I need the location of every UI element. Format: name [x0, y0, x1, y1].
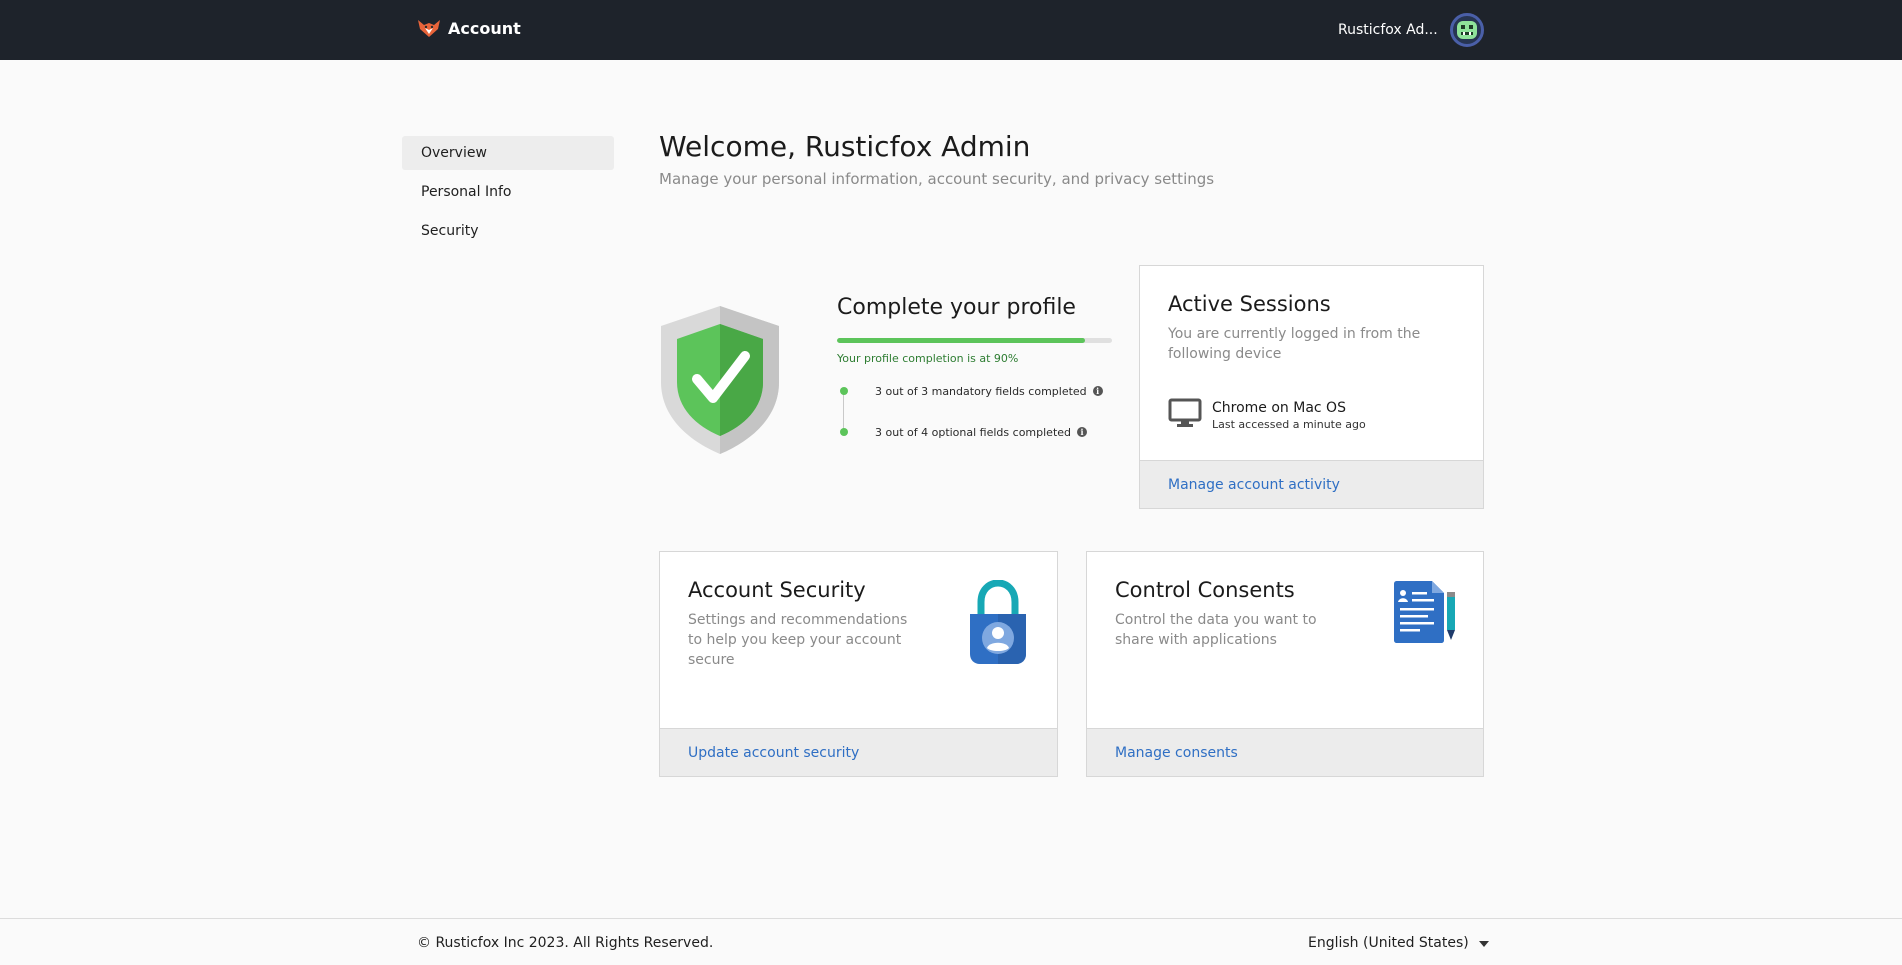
checklist-connector: [843, 389, 844, 431]
user-name: Rusticfox Ad...: [1338, 22, 1438, 38]
shield-check-icon: [657, 304, 783, 456]
manage-consents-link[interactable]: Manage consents: [1115, 745, 1238, 761]
page-footer: © Rusticfox Inc 2023. All Rights Reserve…: [0, 918, 1902, 965]
manage-account-activity-link[interactable]: Manage account activity: [1168, 477, 1340, 493]
checklist-item-label: 3 out of 3 mandatory fields completed: [875, 384, 1087, 398]
checklist-item-label: 3 out of 4 optional fields completed: [875, 425, 1072, 439]
lock-user-icon: [967, 579, 1029, 672]
control-consents-card: Control Consents Control the data you wa…: [1086, 551, 1484, 777]
profile-completion: Complete your profile Your profile compl…: [837, 295, 1112, 440]
sidebar-item-personal-info[interactable]: Personal Info: [402, 175, 614, 209]
consents-card-footer: Manage consents: [1087, 728, 1483, 776]
profile-progress-bar: [837, 338, 1112, 343]
active-sessions-card: Active Sessions You are currently logged…: [1139, 265, 1484, 509]
profile-checklist: 3 out of 3 mandatory fields completed i …: [837, 383, 1112, 440]
security-card-title: Account Security: [688, 578, 866, 602]
top-header: Account Rusticfox Ad...: [0, 0, 1902, 60]
checklist-dot: [840, 387, 848, 395]
consents-card-description: Control the data you want to share with …: [1115, 612, 1317, 648]
language-label: English (United States): [1308, 935, 1469, 951]
sessions-description: You are currently logged in from the fol…: [1168, 326, 1421, 362]
profile-title: Complete your profile: [837, 295, 1076, 320]
update-account-security-link[interactable]: Update account security: [688, 745, 859, 761]
sidebar-item-security[interactable]: Security: [402, 214, 614, 248]
page-title: Welcome, Rusticfox Admin: [659, 130, 1031, 163]
consents-card-title: Control Consents: [1115, 578, 1295, 602]
app-title: Account: [448, 18, 521, 38]
device-name: Chrome on Mac OS: [1212, 399, 1346, 416]
copyright-text: © Rusticfox Inc 2023. All Rights Reserve…: [417, 935, 714, 951]
brand-home-link[interactable]: Account: [416, 16, 521, 40]
checklist-item-mandatory: 3 out of 3 mandatory fields completed i: [840, 383, 1112, 399]
monitor-icon: [1168, 398, 1202, 432]
sessions-card-footer: Manage account activity: [1140, 460, 1483, 508]
device-last-access: Last accessed a minute ago: [1212, 417, 1366, 431]
fox-logo-icon: [416, 17, 442, 39]
caret-down-icon: [1478, 935, 1489, 951]
account-security-card: Account Security Settings and recommenda…: [659, 551, 1058, 777]
page-subtitle: Manage your personal information, accoun…: [659, 170, 1215, 188]
security-card-footer: Update account security: [660, 728, 1057, 776]
info-icon[interactable]: i: [1077, 427, 1088, 437]
sessions-title: Active Sessions: [1168, 292, 1331, 316]
document-pen-icon: [1392, 580, 1456, 650]
profile-progress-text: Your profile completion is at 90%: [837, 352, 1019, 365]
checklist-dot: [840, 428, 848, 436]
sidebar-nav: Overview Personal Info Security: [402, 136, 614, 253]
info-icon[interactable]: i: [1092, 386, 1103, 396]
language-selector[interactable]: English (United States): [1308, 935, 1489, 951]
security-card-description: Settings and recommendations to help you…: [688, 612, 908, 668]
sidebar-item-overview[interactable]: Overview: [402, 136, 614, 170]
avatar[interactable]: [1450, 13, 1484, 47]
session-device: Chrome on Mac OS Last accessed a minute …: [1168, 398, 1366, 432]
checklist-item-optional: 3 out of 4 optional fields completed i: [840, 424, 1112, 440]
user-menu[interactable]: Rusticfox Ad...: [1338, 12, 1484, 48]
profile-progress-fill: [837, 338, 1085, 343]
